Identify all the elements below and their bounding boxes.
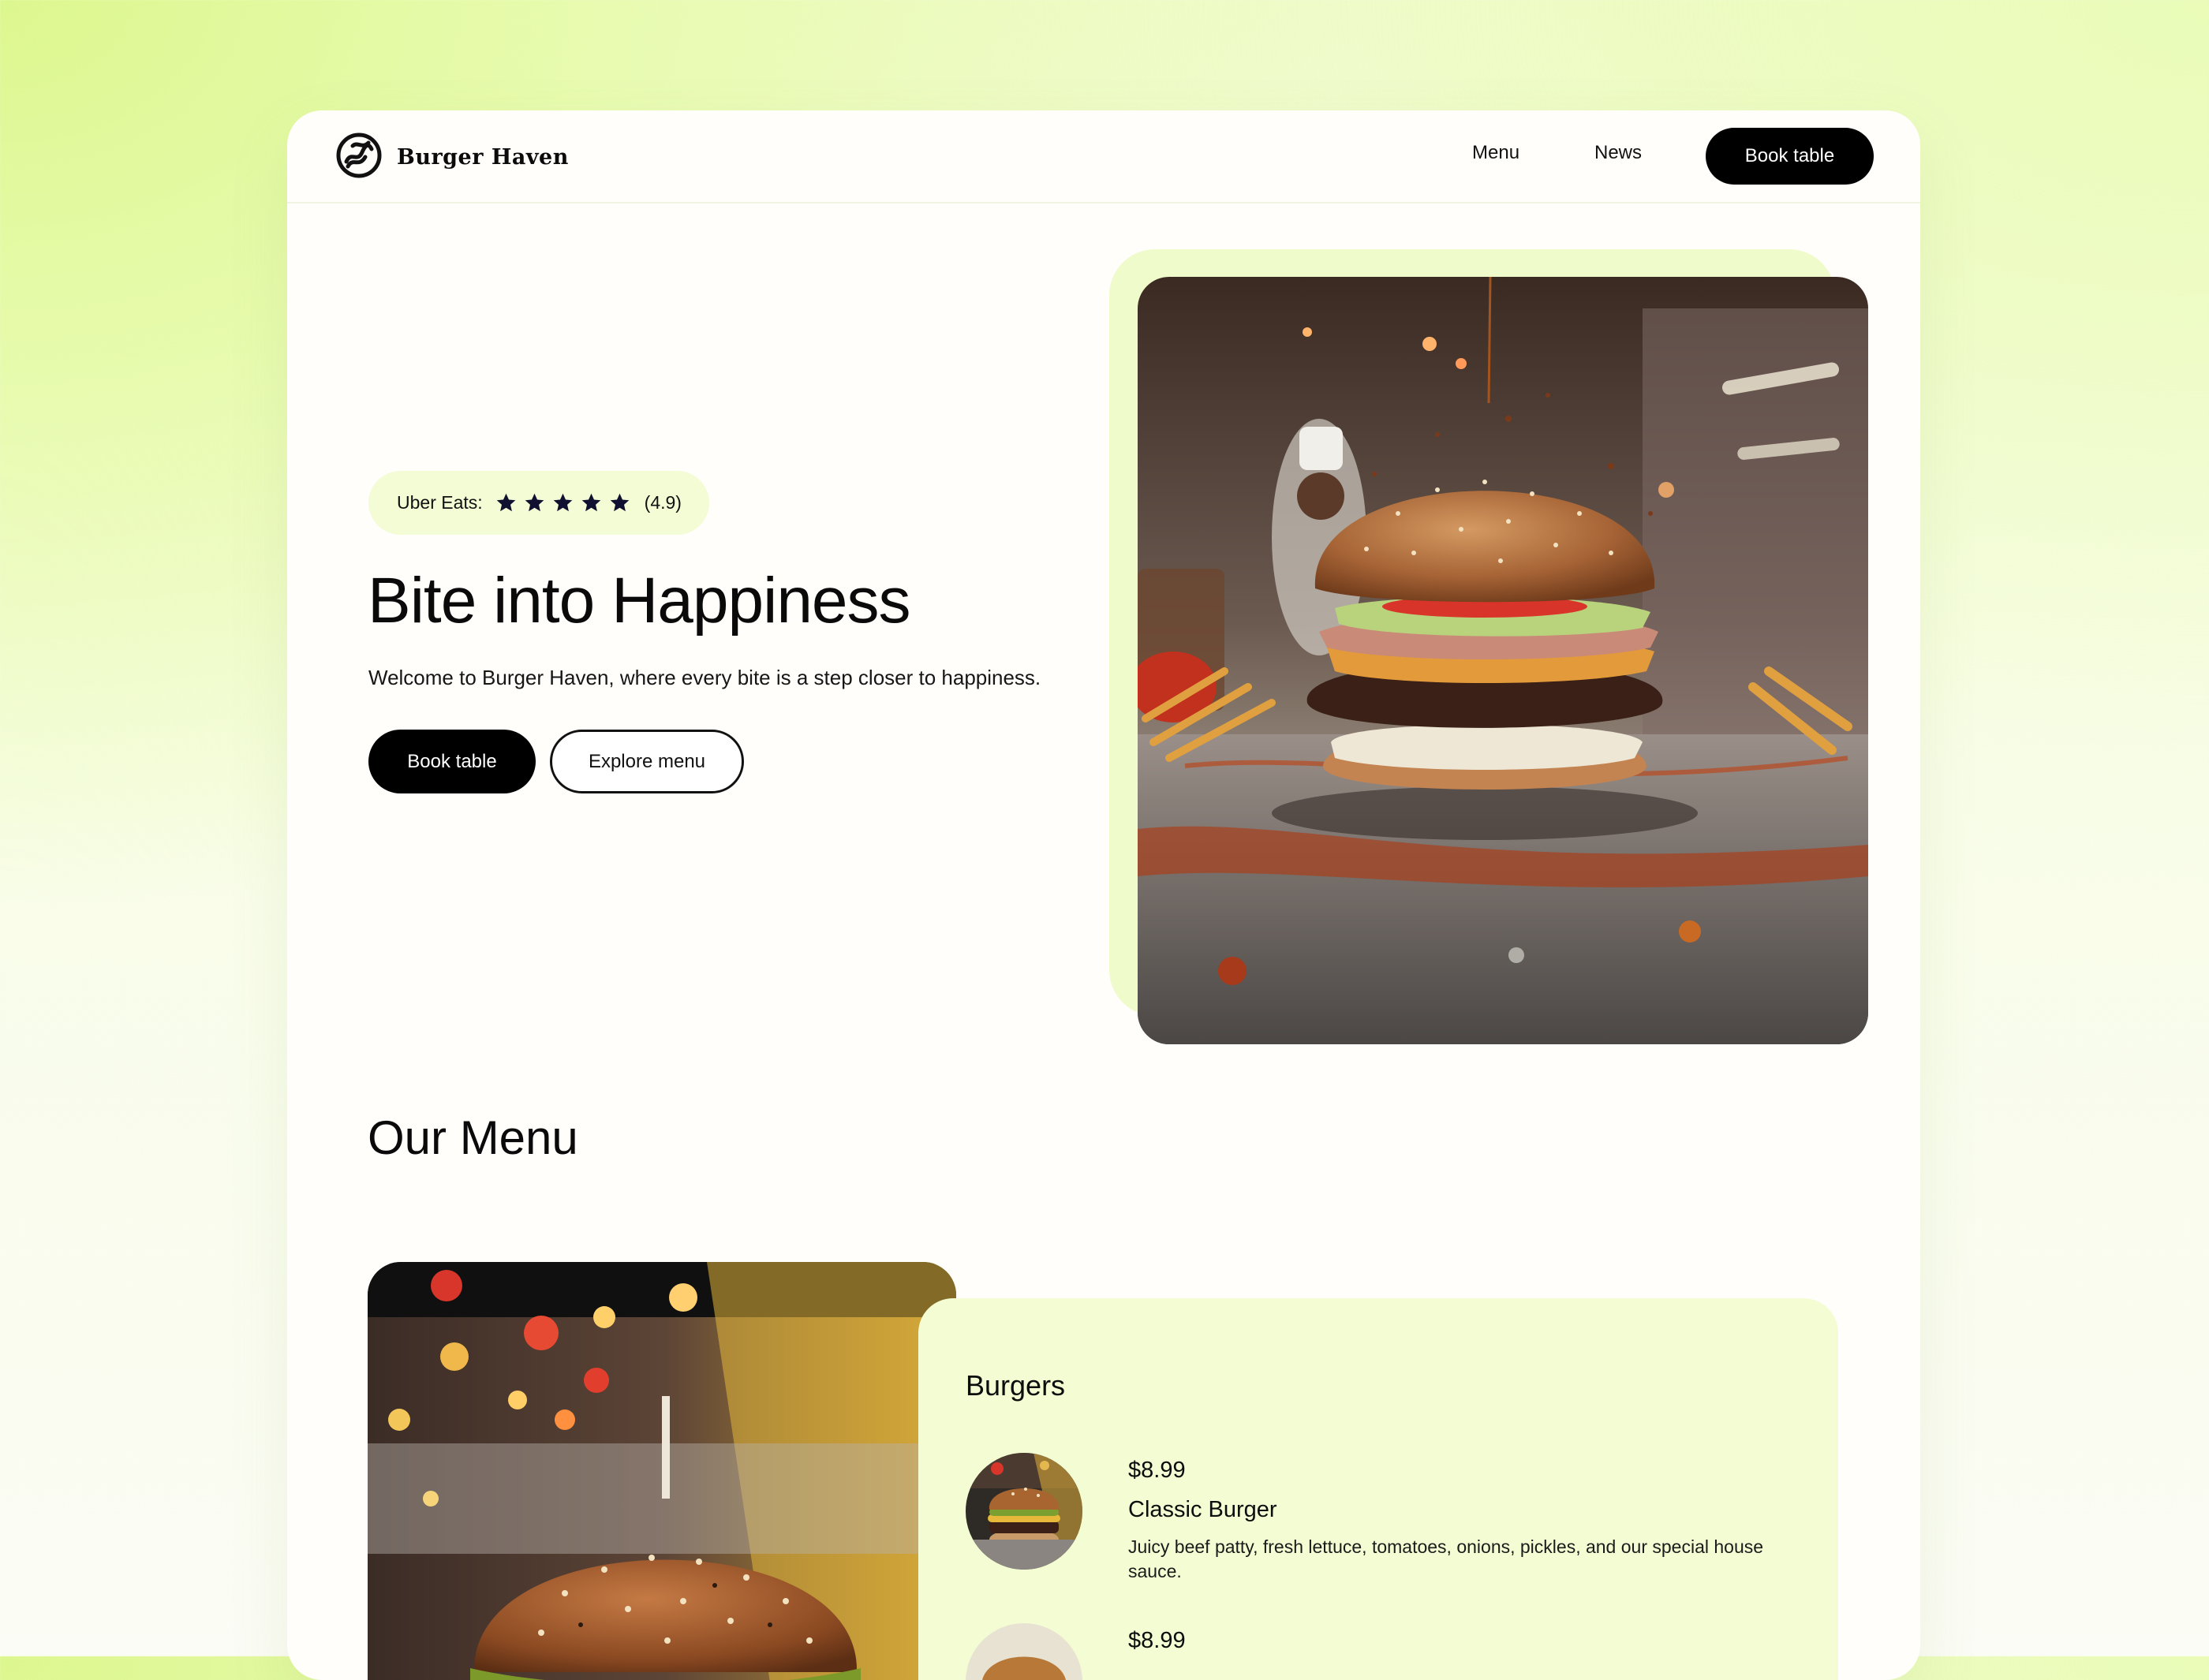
menu-item-price: $8.99 bbox=[1128, 1628, 1186, 1653]
star-icon bbox=[553, 493, 572, 512]
hero-title: Bite into Happiness bbox=[368, 565, 911, 637]
menu-item-description: Juicy beef patty, fresh lettuce, tomatoe… bbox=[1128, 1536, 1764, 1581]
star-icon bbox=[610, 493, 629, 512]
swirl-logo-icon bbox=[335, 132, 383, 183]
menu-item-thumbnail bbox=[966, 1623, 1082, 1680]
menu-burger-image bbox=[368, 1262, 956, 1680]
brand-logo[interactable]: Burger Haven bbox=[335, 132, 569, 183]
menu-item-price: $8.99 bbox=[1128, 1458, 1186, 1483]
nav-link-news[interactable]: News bbox=[1594, 142, 1642, 164]
rating-label: Uber Eats: bbox=[397, 492, 483, 513]
page-card: Burger Haven Menu News Book table Uber E… bbox=[287, 110, 1920, 1680]
star-icon bbox=[496, 493, 515, 512]
category-title: Burgers bbox=[966, 1369, 1066, 1402]
rating-value: (4.9) bbox=[644, 492, 682, 513]
nav-book-table-button[interactable]: Book table bbox=[1706, 128, 1874, 185]
menu-category-panel: Burgers $8.99 Classic Burger Juicy beef … bbox=[918, 1298, 1838, 1680]
top-nav: Burger Haven Menu News Book table bbox=[287, 110, 1920, 203]
star-icon bbox=[525, 493, 544, 512]
hero-book-table-button[interactable]: Book table bbox=[368, 730, 536, 793]
rating-stars bbox=[495, 492, 630, 513]
rating-badge: Uber Eats: (4.9) bbox=[368, 471, 709, 535]
hero-subtitle: Welcome to Burger Haven, where every bit… bbox=[368, 666, 1041, 689]
menu-section-title: Our Menu bbox=[368, 1111, 578, 1164]
menu-item-name: Classic Burger bbox=[1128, 1497, 1277, 1522]
nav-link-menu[interactable]: Menu bbox=[1472, 142, 1519, 164]
brand-name: Burger Haven bbox=[397, 145, 569, 170]
star-icon bbox=[581, 493, 600, 512]
explore-menu-button[interactable]: Explore menu bbox=[550, 730, 744, 793]
hero-burger-image bbox=[1138, 277, 1868, 1044]
menu-item-thumbnail bbox=[966, 1453, 1082, 1570]
